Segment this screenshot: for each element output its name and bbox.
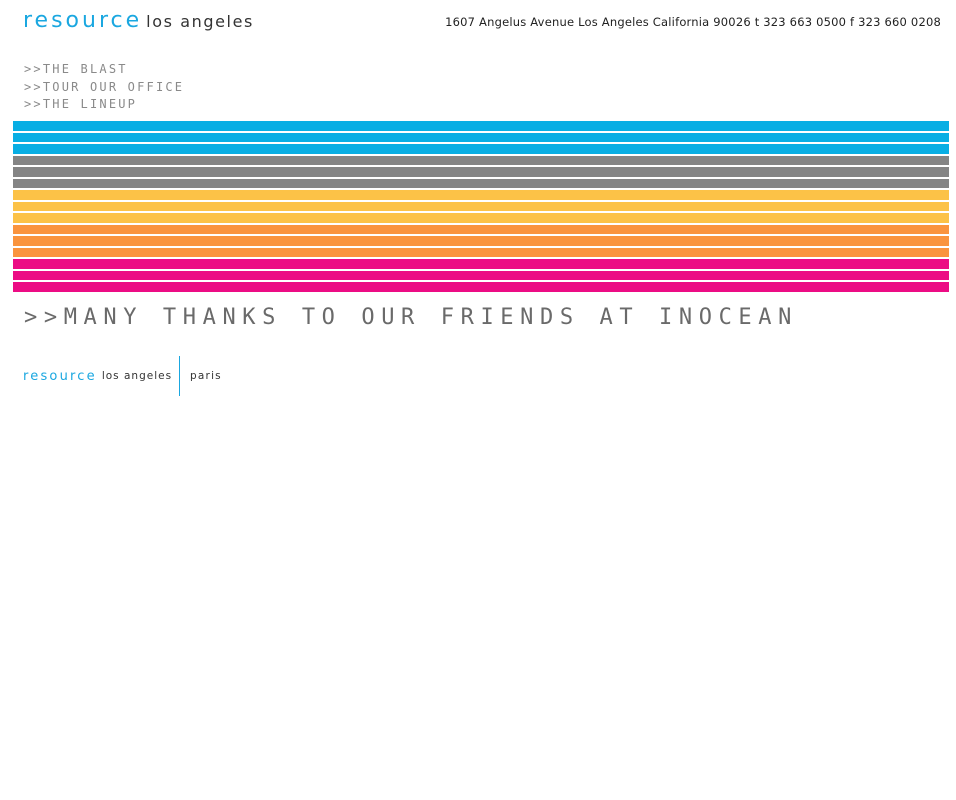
- color-stripe: [13, 224, 949, 234]
- nav-link-tour-our-office[interactable]: >>TOUR OUR OFFICE: [24, 79, 184, 97]
- main-nav: >>THE BLAST >>TOUR OUR OFFICE >>THE LINE…: [24, 61, 184, 114]
- color-stripe: [13, 144, 949, 154]
- nav-link-the-blast[interactable]: >>THE BLAST: [24, 61, 184, 79]
- footer-divider: [179, 356, 181, 396]
- color-stripe: [13, 121, 949, 131]
- color-stripe: [13, 167, 949, 177]
- footer-brand-name[interactable]: resource: [23, 369, 97, 384]
- brand-city: los angeles: [146, 12, 254, 31]
- footer-logo: resource los angeles paris: [23, 356, 222, 396]
- color-stripe: [13, 201, 949, 211]
- color-stripe: [13, 178, 949, 188]
- footer-city-paris-link[interactable]: paris: [190, 370, 222, 382]
- thanks-heading: >>MANY THANKS TO OUR FRIENDS AT INOCEAN: [24, 305, 798, 330]
- color-stripe: [13, 132, 949, 142]
- color-stripe: [13, 213, 949, 223]
- color-stripe: [13, 270, 949, 280]
- brand-name: resource: [23, 8, 143, 33]
- color-stripe: [13, 236, 949, 246]
- color-stripe: [13, 190, 949, 200]
- color-stripe: [13, 155, 949, 165]
- header-logo[interactable]: resource los angeles: [23, 8, 254, 33]
- color-stripe: [13, 247, 949, 257]
- color-stripes-banner: [13, 121, 949, 294]
- color-stripe: [13, 259, 949, 269]
- color-stripe: [13, 282, 949, 292]
- footer-city-los-angeles[interactable]: los angeles: [102, 370, 172, 382]
- nav-link-the-lineup[interactable]: >>THE LINEUP: [24, 96, 184, 114]
- contact-address: 1607 Angelus Avenue Los Angeles Californ…: [445, 15, 941, 29]
